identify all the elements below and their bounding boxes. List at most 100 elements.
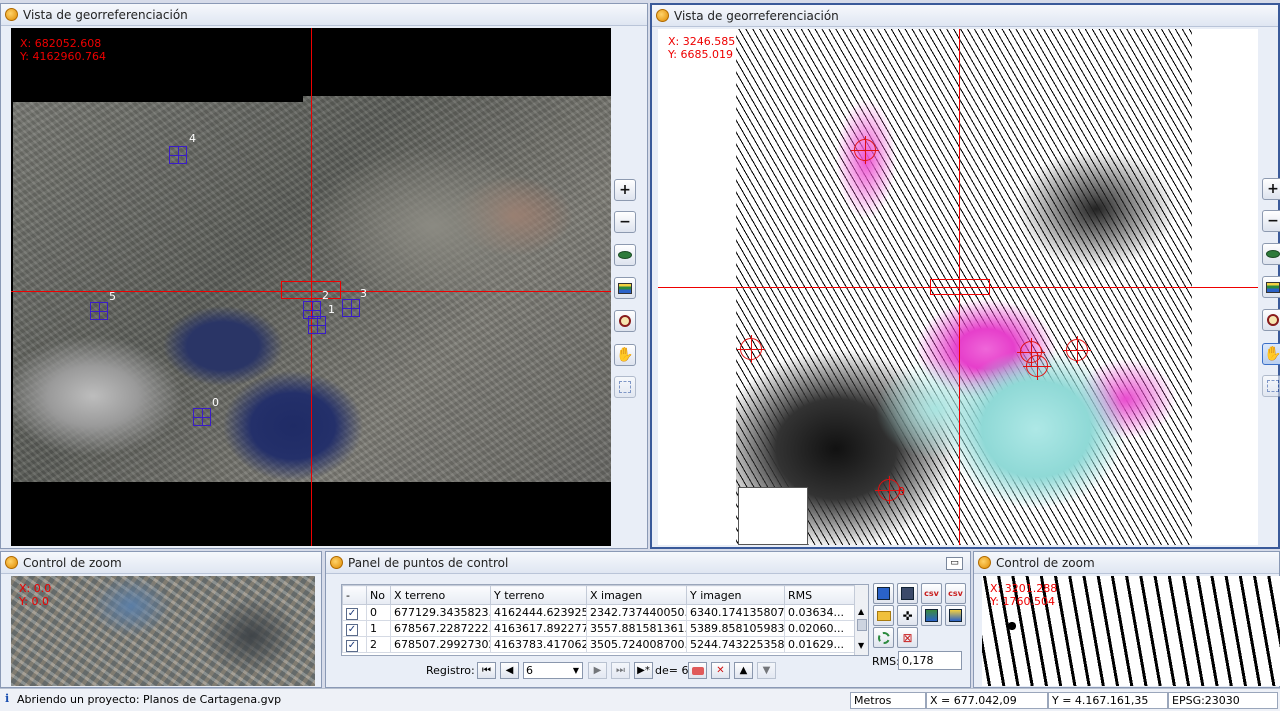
- zoom-out-button[interactable]: −: [614, 211, 636, 233]
- registro-select[interactable]: 6 ▼: [523, 662, 583, 679]
- left-window-titlebar[interactable]: Vista de georreferenciación: [1, 4, 647, 26]
- scroll-thumb[interactable]: [857, 619, 867, 631]
- layers-button[interactable]: [1262, 276, 1280, 298]
- control-point-marker-5[interactable]: [90, 302, 108, 320]
- clear-points-button[interactable]: ⊠: [897, 627, 918, 648]
- control-point-marker-1[interactable]: [1023, 352, 1051, 380]
- control-point-marker-0[interactable]: [875, 476, 903, 504]
- control-point-label-3: 3: [360, 287, 367, 300]
- column-header-x-terreno[interactable]: X terreno: [390, 585, 491, 605]
- control-point-marker-1[interactable]: [308, 316, 326, 334]
- control-point-label-0: 0: [898, 485, 905, 498]
- left-map-canvas[interactable]: 4 5 2 1 3 0 X: 682052.608 Y: 4162960.764: [11, 28, 611, 546]
- pan-button[interactable]: ✋: [1262, 343, 1280, 365]
- table-row[interactable]: ✓ 1 678567.2287222... 4163617.892277... …: [342, 620, 855, 637]
- cell-rms: 0.01629...: [784, 636, 855, 653]
- control-point-marker-5[interactable]: [737, 335, 765, 363]
- delete-record-button[interactable]: ✕: [711, 662, 730, 679]
- pan-button[interactable]: ✋: [614, 344, 636, 366]
- next-record-button[interactable]: ▶: [588, 662, 607, 679]
- scroll-up-arrow[interactable]: ▲: [858, 607, 864, 616]
- view-eye-button[interactable]: [614, 244, 636, 266]
- column-header-no[interactable]: No: [366, 585, 391, 605]
- table-row[interactable]: ✓ 2 678507.299273025 4163783.417062... 3…: [342, 636, 855, 653]
- zoom-in-button[interactable]: +: [614, 179, 636, 201]
- control-point-marker-4[interactable]: [169, 146, 187, 164]
- magnifier-button[interactable]: [614, 310, 636, 332]
- right-window-titlebar[interactable]: Vista de georreferenciación: [652, 5, 1278, 27]
- view-eye-button[interactable]: [1262, 243, 1280, 265]
- eye-icon: [618, 251, 632, 259]
- save-button[interactable]: [873, 583, 894, 604]
- table-vertical-scrollbar[interactable]: ▲ ▼: [854, 585, 868, 655]
- magnifier-button[interactable]: [1262, 309, 1280, 331]
- cell-rms: 0.02060...: [784, 620, 855, 637]
- cell-x-terreno: 677129.3435823...: [390, 604, 491, 621]
- zoom-left-canvas[interactable]: X: 0.0 Y: 0.0: [11, 576, 315, 686]
- rms-label: RMS:: [872, 655, 900, 668]
- record-count: de= 6: [655, 664, 689, 677]
- delete-all-button[interactable]: [688, 662, 707, 679]
- zoom-out-icon: −: [1267, 213, 1279, 229]
- settings-button[interactable]: [873, 627, 894, 648]
- column-header-x-imagen[interactable]: X imagen: [586, 585, 687, 605]
- row-checkbox[interactable]: ✓: [346, 639, 358, 652]
- zoom-left-coord-x: X: 0.0: [19, 582, 52, 595]
- status-epsg: EPSG:23030: [1168, 692, 1278, 709]
- column-header-select[interactable]: -: [342, 585, 367, 605]
- panel-restore-button[interactable]: ▭: [946, 557, 963, 570]
- cell-y-imagen: 5244.743225358...: [686, 636, 785, 653]
- open-folder-button[interactable]: [873, 605, 894, 626]
- scroll-down-arrow[interactable]: ▼: [858, 641, 864, 650]
- control-point-marker-4[interactable]: [851, 136, 879, 164]
- zoom-right-titlebar[interactable]: Control de zoom: [974, 552, 1279, 574]
- column-header-y-imagen[interactable]: Y imagen: [686, 585, 785, 605]
- move-up-button[interactable]: ▲: [734, 662, 753, 679]
- csv-import-button[interactable]: csv: [921, 583, 942, 604]
- control-point-marker-3[interactable]: [342, 299, 360, 317]
- zoom-in-icon: +: [1267, 181, 1279, 197]
- full-extent-button[interactable]: [1262, 375, 1280, 397]
- previous-record-button[interactable]: ◀: [500, 662, 519, 679]
- first-record-button[interactable]: ⏮: [477, 662, 496, 679]
- last-record-button[interactable]: ⏭: [611, 662, 630, 679]
- new-record-button[interactable]: ▶*: [634, 662, 653, 679]
- control-point-marker-0[interactable]: [193, 408, 211, 426]
- right-map-canvas[interactable]: 0 X: 3246.585 Y: 6685.019: [658, 29, 1258, 545]
- control-points-table: - No X terreno Y terreno X imagen Y imag…: [342, 585, 855, 653]
- row-checkbox[interactable]: ✓: [346, 607, 358, 620]
- zoom-in-button[interactable]: +: [1262, 178, 1280, 200]
- zoom-control-right-window: Control de zoom X: 3201.288 Y: 1760.504: [973, 551, 1280, 688]
- status-y-coord: Y = 4.167.161,35: [1048, 692, 1168, 709]
- layer-export-button[interactable]: [921, 605, 942, 626]
- save-as-button[interactable]: [897, 583, 918, 604]
- pan-hand-icon: ✋: [616, 347, 634, 363]
- zoom-control-left-window: Control de zoom X: 0.0 Y: 0.0: [0, 551, 322, 688]
- center-point-button[interactable]: ✜: [897, 605, 918, 626]
- folder-icon: [876, 610, 891, 621]
- layer-import-button[interactable]: [945, 605, 966, 626]
- gvsig-app-icon: [5, 8, 18, 21]
- right-georef-window: Vista de georreferenciación 0 X: 3246.58…: [650, 3, 1280, 549]
- control-point-label-5: 5: [109, 290, 116, 303]
- zoom-left-titlebar[interactable]: Control de zoom: [1, 552, 321, 574]
- zoom-out-button[interactable]: −: [1262, 210, 1280, 232]
- row-checkbox[interactable]: ✓: [346, 623, 358, 636]
- layer-import-icon: [949, 609, 962, 622]
- cell-x-imagen: 3557.881581361...: [586, 620, 687, 637]
- control-point-marker-3[interactable]: [1063, 336, 1091, 364]
- gvsig-app-icon: [656, 9, 669, 22]
- zoom-right-canvas[interactable]: X: 3201.288 Y: 1760.504: [982, 576, 1280, 686]
- move-down-button[interactable]: ▼: [757, 662, 776, 679]
- down-arrow-icon: ▼: [762, 665, 771, 676]
- layers-button[interactable]: [614, 277, 636, 299]
- cell-y-terreno: 4163783.417062...: [490, 636, 587, 653]
- full-extent-button[interactable]: [614, 376, 636, 398]
- control-points-titlebar[interactable]: Panel de puntos de control: [326, 552, 970, 574]
- column-header-rms[interactable]: RMS: [784, 585, 855, 605]
- csv-export-button[interactable]: csv: [945, 583, 966, 604]
- zoom-rectangle: [281, 281, 341, 299]
- column-header-y-terreno[interactable]: Y terreno: [490, 585, 587, 605]
- control-points-title: Panel de puntos de control: [348, 555, 509, 570]
- table-row[interactable]: ✓ 0 677129.3435823... 4162444.62392574 2…: [342, 604, 855, 621]
